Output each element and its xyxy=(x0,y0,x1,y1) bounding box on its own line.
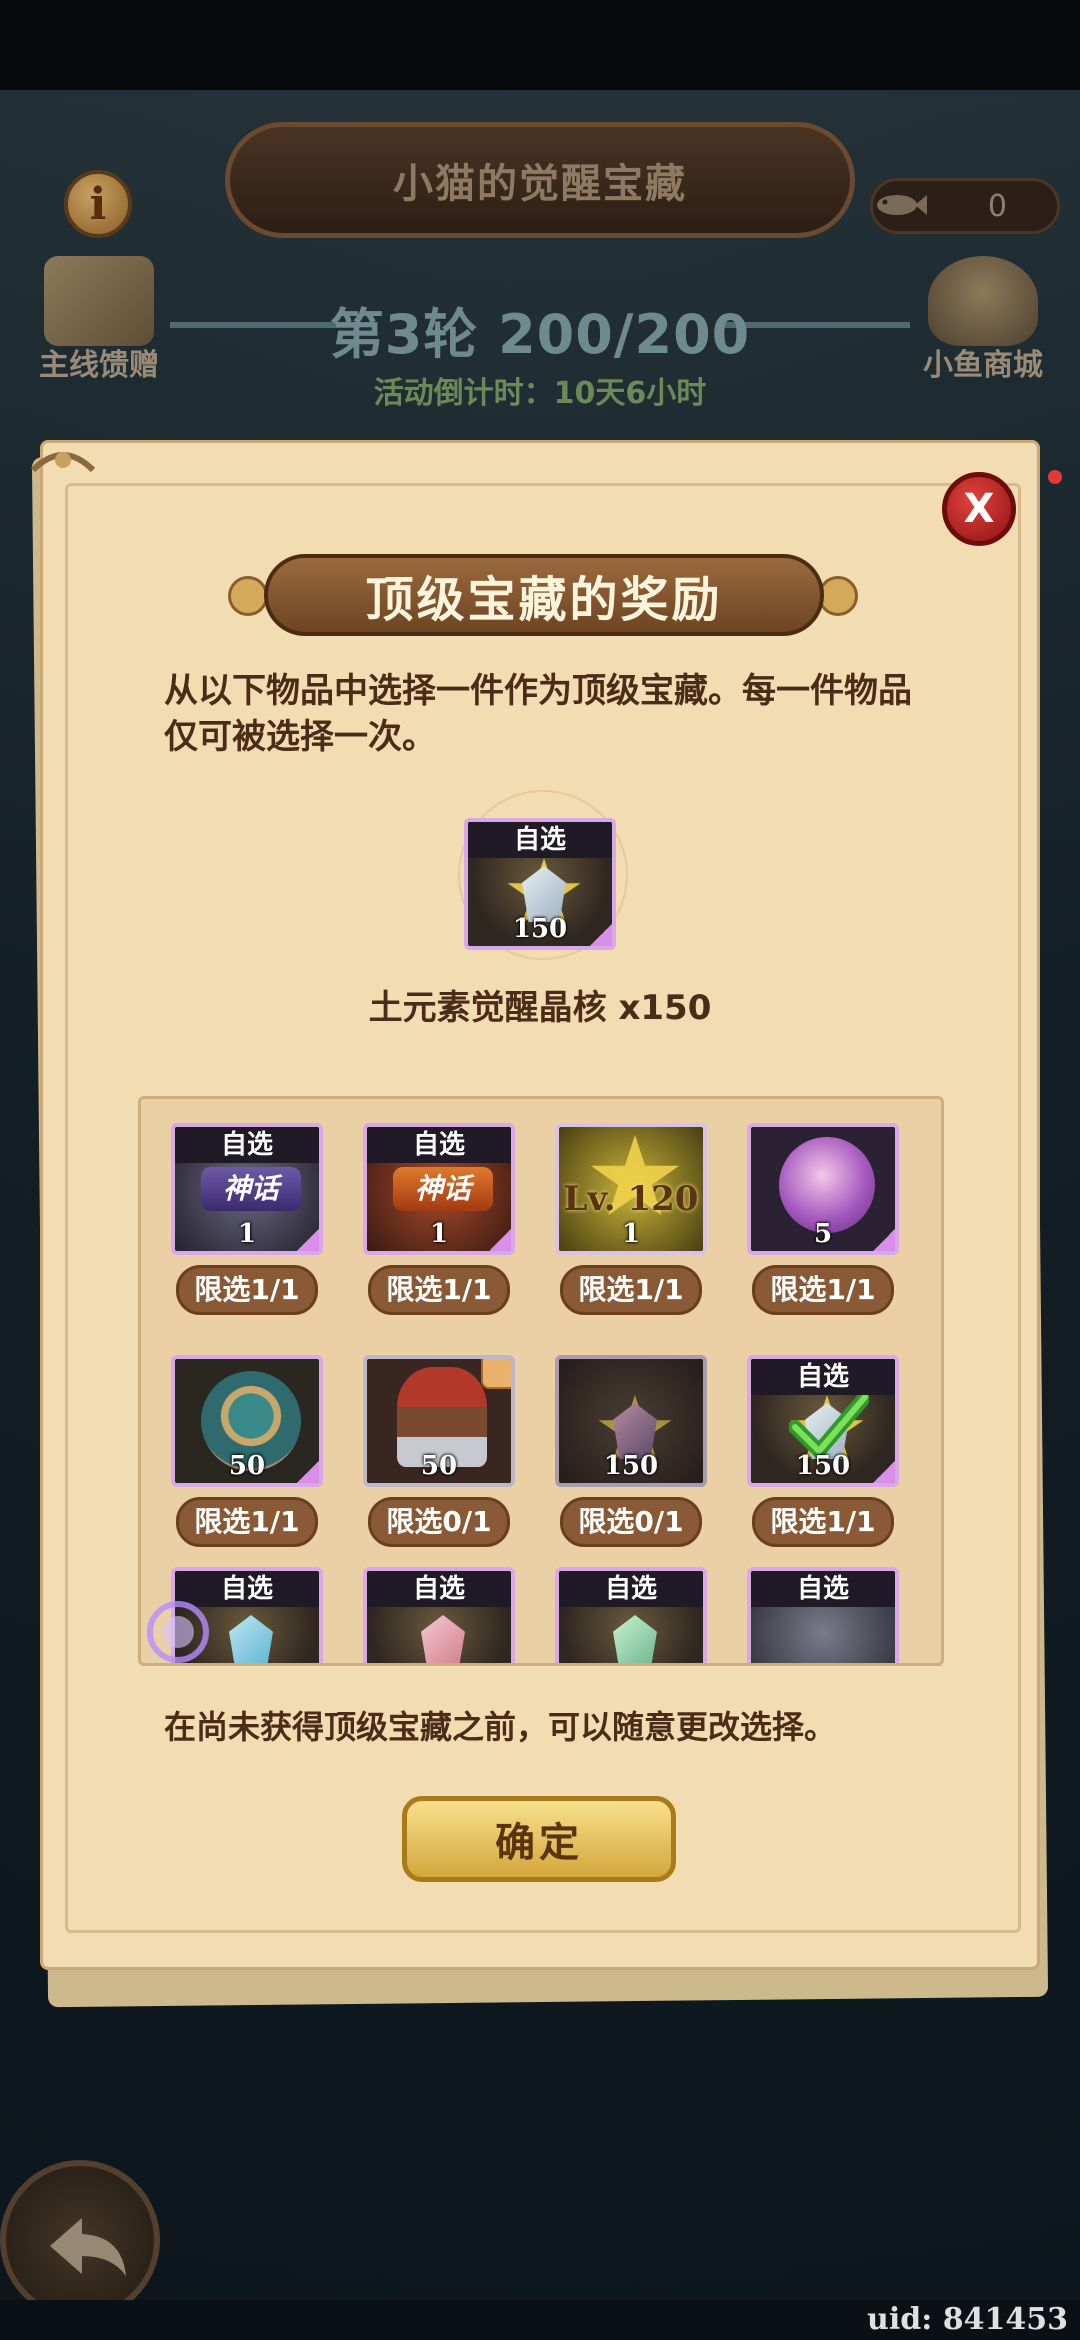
sparkle-cursor-icon xyxy=(147,1601,209,1663)
self-select-tag: 自选 xyxy=(751,1571,895,1607)
rarity-corner xyxy=(297,1229,319,1251)
close-button[interactable]: X xyxy=(942,472,1016,546)
rarity-corner xyxy=(489,1229,511,1251)
limit-label: 限选1/1 xyxy=(752,1497,894,1547)
currency-value: 0 xyxy=(987,188,1007,224)
self-select-tag: 自选 xyxy=(367,1571,511,1607)
limit-label: 限选1/1 xyxy=(752,1265,894,1315)
fish-icon xyxy=(877,195,927,215)
self-select-tag: 自选 xyxy=(175,1127,319,1163)
round-progress: 第3轮 200/200 xyxy=(329,303,751,366)
panel-title: 顶级宝藏的奖励 xyxy=(365,572,723,628)
back-arrow-icon xyxy=(50,2218,126,2276)
event-title-plate: 小猫的觉醒宝藏 xyxy=(225,122,855,238)
rarity-corner xyxy=(297,1461,319,1483)
item-count: 150 xyxy=(603,1451,659,1481)
grid-cell[interactable]: 自选 神话 1 限选1/1 xyxy=(159,1123,335,1315)
notification-dot xyxy=(1048,470,1062,484)
rarity-corner xyxy=(873,1461,895,1483)
ribbon-pin-icon xyxy=(30,452,96,473)
grid-cell[interactable]: 150 限选0/1 xyxy=(543,1355,719,1547)
banner-ornament-left xyxy=(228,576,268,616)
crystal-core-icon xyxy=(613,1615,657,1663)
fish-currency: 0 xyxy=(870,178,1060,234)
grid-item[interactable]: 自选 xyxy=(555,1567,707,1663)
item-count: 1 xyxy=(621,1219,641,1249)
back-button[interactable] xyxy=(0,2160,160,2320)
mythic-badge: 神话 xyxy=(393,1167,493,1211)
grid-item[interactable]: 自选 150 xyxy=(747,1355,899,1487)
countdown-text: 活动倒计时：10天6小时 xyxy=(373,376,707,411)
rarity-corner xyxy=(873,1229,895,1251)
info-icon: i xyxy=(89,178,107,230)
close-icon: X xyxy=(963,486,995,532)
grid-cell[interactable]: 自选 xyxy=(351,1567,527,1663)
rarity-corner xyxy=(590,924,612,946)
grid-item[interactable]: 50 xyxy=(363,1355,515,1487)
item-count: 50 xyxy=(420,1451,458,1481)
grid-cell[interactable]: Lv. 120 1 限选1/1 xyxy=(543,1123,719,1315)
grid-item[interactable]: Lv. 120 1 xyxy=(555,1123,707,1255)
checkmark-icon xyxy=(789,1390,869,1458)
selected-reward-item[interactable]: 自选 150 xyxy=(464,818,616,950)
confirm-label: 确定 xyxy=(495,1820,583,1866)
grid-cell[interactable]: 自选 神话 1 限选1/1 xyxy=(351,1123,527,1315)
reward-grid[interactable]: 自选 神话 1 限选1/1 自选 神话 1 限选1/1 Lv. 120 1 限选… xyxy=(138,1096,944,1666)
grid-item[interactable]: 自选 xyxy=(363,1567,515,1663)
mythic-badge: 神话 xyxy=(201,1167,301,1211)
grid-cell[interactable]: 5 限选1/1 xyxy=(735,1123,911,1315)
limit-label: 限选1/1 xyxy=(176,1265,318,1315)
self-select-tag: 自选 xyxy=(751,1359,895,1395)
level-badge: Lv. 120 xyxy=(563,1179,699,1219)
limit-label: 限选1/1 xyxy=(176,1497,318,1547)
user-id: uid: 841453 xyxy=(867,2302,1068,2337)
grid-cell[interactable]: 自选 xyxy=(543,1567,719,1663)
puzzle-piece-icon xyxy=(481,1359,511,1389)
grid-item[interactable]: 自选 神话 1 xyxy=(363,1123,515,1255)
limit-label: 限选1/1 xyxy=(560,1265,702,1315)
change-note: 在尚未获得顶级宝藏之前，可以随意更改选择。 xyxy=(164,1708,837,1746)
grid-item[interactable]: 自选 xyxy=(747,1567,899,1663)
banner-ornament-right xyxy=(818,576,858,616)
grid-item[interactable]: 5 xyxy=(747,1123,899,1255)
crystal-core-icon xyxy=(229,1615,273,1663)
grid-cell[interactable]: 50 限选0/1 xyxy=(351,1355,527,1547)
panel-description: 从以下物品中选择一件作为顶级宝藏。每一件物品仅可被选择一次。 xyxy=(164,671,912,757)
grid-item[interactable]: 50 xyxy=(171,1355,323,1487)
grid-item[interactable]: 自选 神话 1 xyxy=(171,1123,323,1255)
self-select-tag: 自选 xyxy=(367,1127,511,1163)
grid-cell[interactable]: 自选 150 限选1/1 xyxy=(735,1355,911,1547)
grid-cell[interactable]: 50 限选1/1 xyxy=(159,1355,335,1547)
grid-cell[interactable]: 自选 xyxy=(735,1567,911,1663)
self-select-tag: 自选 xyxy=(468,822,612,858)
limit-label: 限选0/1 xyxy=(368,1497,510,1547)
limit-label: 限选0/1 xyxy=(560,1497,702,1547)
confirm-button[interactable]: 确定 xyxy=(402,1796,676,1882)
top-status-band xyxy=(0,0,1080,90)
crystal-core-icon xyxy=(421,1615,465,1663)
limit-label: 限选1/1 xyxy=(368,1265,510,1315)
event-title: 小猫的觉醒宝藏 xyxy=(393,161,687,207)
panel-title-banner: 顶级宝藏的奖励 xyxy=(264,554,824,636)
info-button[interactable]: i xyxy=(64,170,132,238)
grid-item[interactable]: 150 xyxy=(555,1355,707,1487)
selected-reward-name: 土元素觉醒晶核 x150 xyxy=(368,988,712,1028)
self-select-tag: 自选 xyxy=(559,1571,703,1607)
